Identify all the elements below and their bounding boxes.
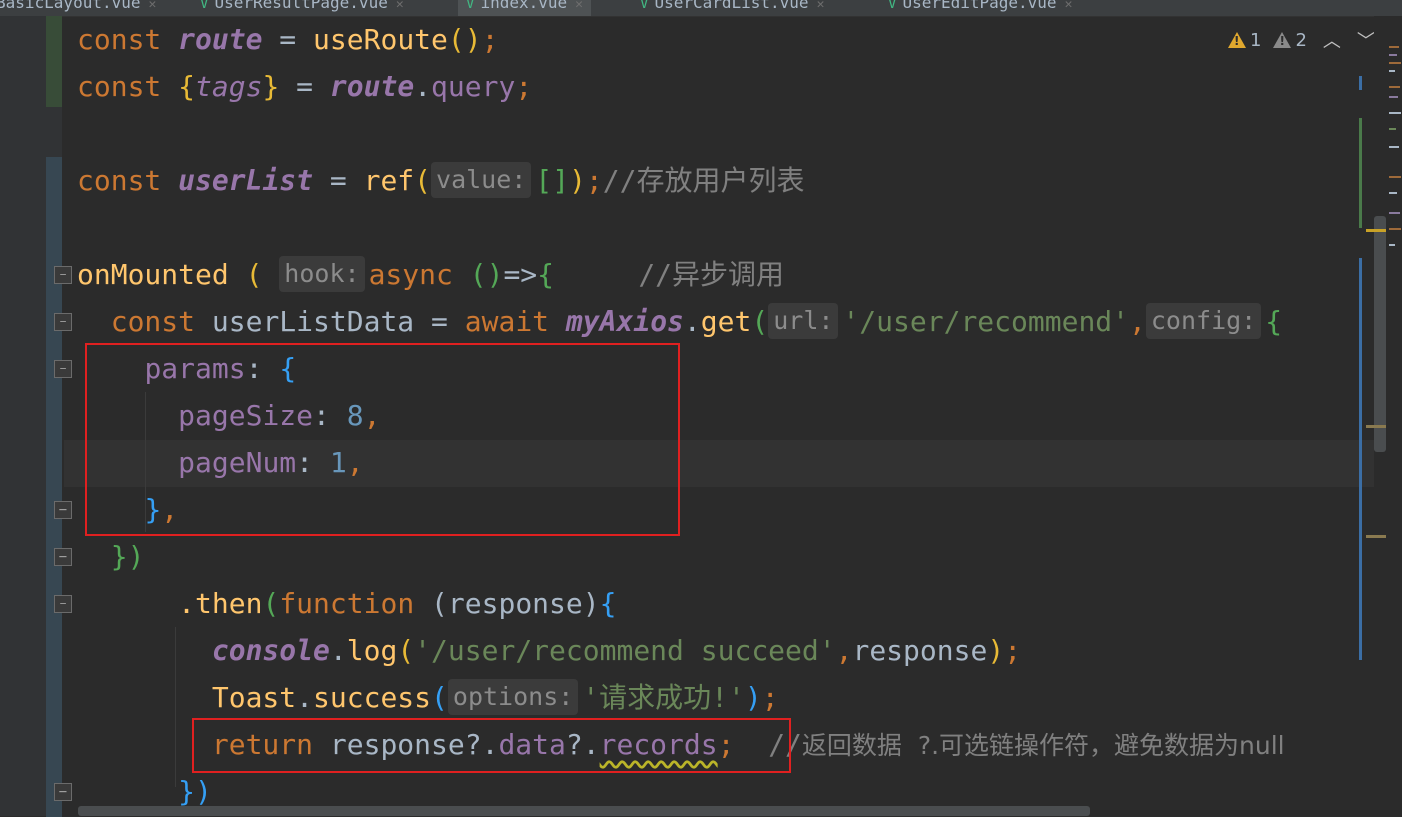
annotation-box-params: [85, 343, 680, 536]
minimap-line: [1389, 192, 1397, 194]
code-line-15: Toast.success(options: '请求成功!');: [211, 679, 779, 715]
minimap-line: [1389, 46, 1399, 48]
parameter-hint: hook:: [279, 256, 365, 292]
annotation-box-return: [192, 718, 791, 773]
tab-label: index.vue: [480, 0, 568, 12]
code-line-13: .then(function (response){: [178, 587, 617, 620]
code-line-6: onMounted ( hook: async ()=>{ //异步调用: [77, 256, 785, 292]
minimap-line: [1389, 212, 1400, 214]
modified-lines-marker[interactable]: [46, 157, 62, 817]
close-icon[interactable]: ✕: [1065, 0, 1073, 12]
scrollbar-thumb[interactable]: [1374, 216, 1386, 452]
editor-gutter: − − − − − − −: [0, 16, 72, 817]
minimap-line: [1389, 228, 1401, 230]
vue-file-icon: V: [466, 0, 475, 12]
added-lines-marker[interactable]: [46, 16, 62, 107]
chevron-down-icon[interactable]: ﹀: [1357, 27, 1375, 53]
close-icon[interactable]: ✕: [817, 0, 825, 12]
warning-marker: [1366, 425, 1388, 428]
code-editor[interactable]: const route = useRoute(); const {tags} =…: [64, 16, 1374, 816]
close-icon[interactable]: ✕: [396, 0, 404, 12]
tab-label: UserEditPage.vue: [902, 0, 1057, 12]
minimap-line: [1389, 54, 1397, 56]
weak-warning-count: 2: [1295, 29, 1307, 51]
tab-user-result-page[interactable]: V UserResultPage.vue ✕: [200, 0, 404, 16]
warning-count: 1: [1250, 29, 1262, 51]
warning-icon: [1228, 32, 1246, 48]
minimap-line: [1389, 62, 1401, 64]
minimap-line: [1389, 112, 1401, 114]
tab-basic-layout[interactable]: BasicLayout.vue ✕: [0, 0, 156, 16]
code-line-7: const userListData = await myAxios.get(u…: [110, 303, 1283, 339]
minimap-line: [1389, 244, 1395, 246]
code-line-14: console.log('/user/recommend succeed',re…: [211, 634, 1022, 667]
tab-label: UserCardList.vue: [654, 0, 809, 12]
code-minimap[interactable]: [1386, 16, 1402, 816]
tab-user-card-list[interactable]: V UserCardList.vue ✕: [640, 0, 824, 16]
code-line-1: const route = useRoute();: [77, 23, 499, 56]
vue-file-icon: V: [888, 0, 897, 12]
close-icon[interactable]: ✕: [575, 0, 583, 12]
parameter-hint: value:: [431, 162, 532, 198]
tab-user-edit-page[interactable]: V UserEditPage.vue ✕: [888, 0, 1072, 16]
minimap-line: [1389, 128, 1396, 130]
tab-label: UserResultPage.vue: [214, 0, 388, 12]
vertical-scrollbar[interactable]: [1374, 16, 1386, 816]
vue-file-icon: V: [200, 0, 209, 12]
minimap-line: [1389, 70, 1395, 72]
change-marker: [1359, 76, 1362, 90]
parameter-hint: options:: [447, 679, 579, 715]
code-line-2: const {tags} = route.query;: [77, 70, 533, 103]
weak-warning-icon: [1273, 32, 1292, 48]
inspection-widget[interactable]: 1 2 ︿ ﹀: [1228, 28, 1375, 52]
minimap-line: [1389, 96, 1398, 98]
chevron-up-icon[interactable]: ︿: [1323, 27, 1341, 53]
parameter-hint: url:: [768, 303, 839, 339]
warning-marker: [1366, 535, 1388, 538]
close-icon[interactable]: ✕: [149, 0, 157, 12]
minimap-line: [1389, 86, 1400, 88]
warning-marker: [1366, 229, 1388, 232]
minimap-line: [1389, 146, 1399, 148]
vue-file-icon: V: [640, 0, 649, 12]
horizontal-scrollbar[interactable]: [78, 806, 1090, 816]
parameter-hint: config:: [1145, 303, 1262, 339]
editor-tab-bar: BasicLayout.vue ✕ V UserResultPage.vue ✕ Vi…: [0, 0, 1402, 17]
change-marker: [1359, 118, 1362, 228]
change-marker: [1359, 258, 1362, 660]
code-line-12: }): [110, 540, 145, 573]
tab-label: BasicLayout.vue: [0, 0, 141, 12]
code-line-4: const userList = ref(value: []);//存放用户列表: [77, 162, 805, 198]
minimap-line: [1389, 176, 1401, 178]
tab-index[interactable]: Vindex.vue ✕: [458, 0, 591, 16]
